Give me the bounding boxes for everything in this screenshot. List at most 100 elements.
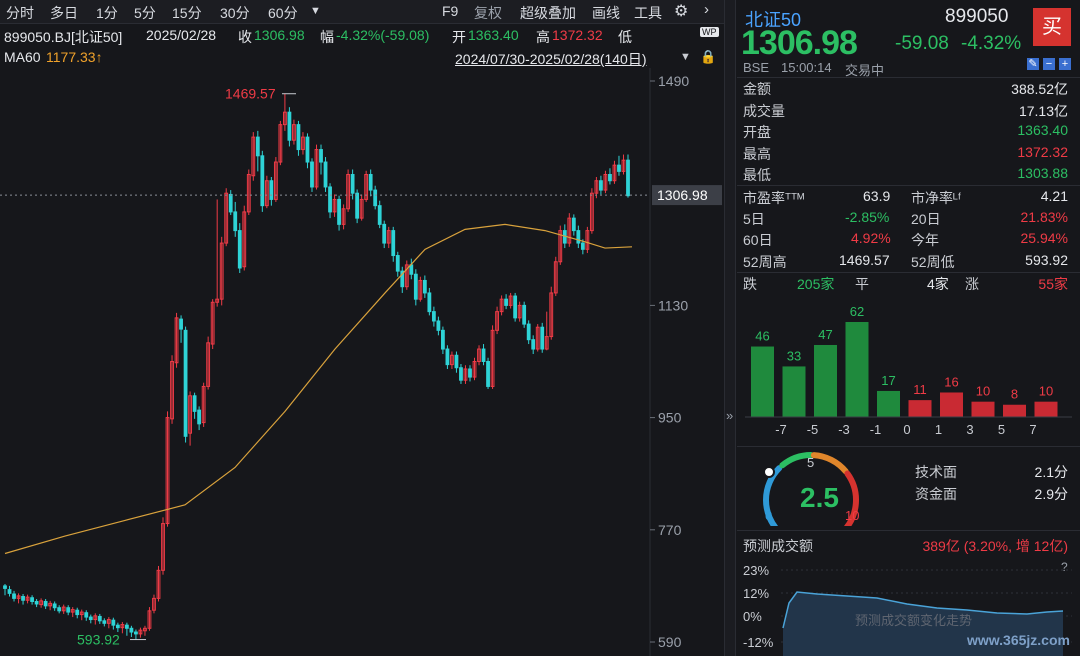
- candle-body: [319, 149, 323, 163]
- candle-body: [355, 192, 360, 219]
- divider-line: [737, 272, 1080, 273]
- candle-body: [57, 607, 62, 612]
- fund-label: 资金面: [915, 486, 957, 502]
- range-dropdown-icon[interactable]: ▼: [680, 51, 691, 63]
- d5-value: -2.85%: [845, 209, 890, 225]
- kline-chart[interactable]: 1490 1130 950 770 590 1306.98 1469.57 593.92: [0, 68, 724, 656]
- divider-line: [737, 77, 1080, 78]
- gauge-indicator: [763, 466, 775, 478]
- minus-icon[interactable]: −: [1043, 58, 1055, 70]
- plus-icon[interactable]: +: [1059, 58, 1071, 70]
- candle-body: [228, 193, 233, 213]
- pb-label: 市净率ᴸᶠ: [911, 190, 962, 206]
- candle-body: [540, 326, 545, 350]
- wp-icon[interactable]: WP: [700, 27, 719, 37]
- d20-value: 21.83%: [1020, 209, 1068, 225]
- high-annotation: 1469.57: [225, 86, 276, 102]
- candle-body: [129, 627, 134, 633]
- edit-icon[interactable]: ✎: [1027, 58, 1039, 70]
- low-label: 低: [618, 29, 632, 45]
- y-tick-label: 590: [658, 634, 682, 650]
- open-value: 1363.40: [468, 27, 519, 43]
- pe-value: 63.9: [863, 188, 891, 204]
- market-code: BSE: [743, 60, 770, 75]
- candle-body: [617, 164, 621, 172]
- restore-button[interactable]: 复权: [474, 3, 502, 23]
- low-annotation: 593.92: [77, 632, 120, 648]
- candle-body: [531, 339, 536, 350]
- tab-multiday[interactable]: 多日: [50, 3, 78, 23]
- tab-intraday[interactable]: 分时: [6, 3, 34, 23]
- quote-time: 15:00:14: [781, 60, 832, 75]
- candle-body: [522, 304, 527, 325]
- watermark: www.365jz.com: [967, 632, 1070, 648]
- expand-icon[interactable]: »: [726, 408, 733, 423]
- tools-button[interactable]: 工具: [634, 3, 662, 23]
- bar-date: 2025/02/28: [146, 27, 217, 43]
- overlay-button[interactable]: 超级叠加: [520, 3, 576, 23]
- f9-button[interactable]: F9: [442, 3, 458, 19]
- help-icon[interactable]: ?: [1061, 560, 1068, 574]
- amount-label: 金额: [743, 81, 771, 97]
- week52-high-value: 1469.57: [839, 252, 890, 268]
- candle-body: [350, 174, 355, 194]
- y-tick-label: 770: [658, 522, 682, 538]
- caret-down-icon[interactable]: ▼: [310, 5, 321, 17]
- candle-body: [30, 597, 34, 602]
- breadth-axis-label: -1: [870, 422, 882, 437]
- breadth-bar: [751, 346, 774, 417]
- tab-5min[interactable]: 5分: [134, 3, 156, 23]
- candle-body: [337, 198, 341, 225]
- breadth-axis-label: 1: [935, 422, 942, 437]
- candle-body: [368, 174, 373, 191]
- flat-count: 4家: [927, 276, 949, 292]
- d60-value: 4.92%: [851, 230, 891, 246]
- tab-30min[interactable]: 30分: [220, 3, 250, 23]
- candle-body: [124, 624, 129, 629]
- forecast-tick-label: 23%: [743, 563, 769, 578]
- candle-body: [431, 311, 436, 322]
- quote-panel: 北证50 899050 买 1306.98 -59.08 -4.32% BSE …: [737, 0, 1080, 656]
- indicator-info-line: MA60 1177.33↑ 2024/07/30-2025/02/28(140日…: [0, 46, 724, 68]
- tab-15min[interactable]: 15分: [172, 3, 202, 23]
- date-range[interactable]: 2024/07/30-2025/02/28(140日): [455, 49, 646, 69]
- candle-body: [34, 600, 39, 605]
- candle-body: [269, 180, 274, 200]
- volume-label: 成交量: [743, 103, 785, 119]
- rise-label: 涨: [965, 276, 979, 292]
- high-label: 最高: [743, 146, 771, 162]
- breadth-bar: [782, 366, 806, 417]
- breadth-bar: [1003, 404, 1026, 417]
- gauge-mid-label: 5: [807, 455, 814, 470]
- ytd-label: 今年: [911, 232, 939, 248]
- panel-divider[interactable]: »: [724, 0, 736, 656]
- ma-label: MA60: [4, 49, 41, 65]
- tab-60min[interactable]: 60分: [268, 3, 298, 23]
- candle-body: [608, 174, 612, 182]
- fall-count: 205家: [797, 276, 835, 292]
- chevron-right-icon[interactable]: ›: [704, 1, 709, 18]
- breadth-bar: [908, 400, 932, 417]
- candle-body: [323, 161, 328, 188]
- candle-body: [197, 409, 202, 425]
- breadth-bar-label: 47: [818, 327, 832, 342]
- pb-value: 4.21: [1040, 188, 1068, 204]
- last-price: 1306.98: [741, 24, 858, 62]
- candle-body: [287, 111, 292, 141]
- candle-body: [237, 230, 242, 269]
- divider-line: [737, 185, 1080, 186]
- buy-button[interactable]: 买: [1033, 8, 1071, 46]
- candle-body: [296, 124, 301, 151]
- breadth-bar: [845, 322, 869, 417]
- candle-body: [580, 242, 585, 250]
- breadth-axis-label: 0: [903, 422, 910, 437]
- tab-1min[interactable]: 1分: [96, 3, 118, 23]
- candle-body: [43, 600, 48, 607]
- candle-body: [66, 607, 71, 613]
- y-tick-label: 1130: [658, 297, 688, 313]
- draw-line-button[interactable]: 画线: [592, 3, 620, 23]
- gear-icon[interactable]: ⚙: [674, 1, 688, 21]
- candle-body: [454, 354, 459, 369]
- rise-count: 55家: [1038, 276, 1068, 292]
- lock-icon[interactable]: 🔒: [700, 49, 716, 65]
